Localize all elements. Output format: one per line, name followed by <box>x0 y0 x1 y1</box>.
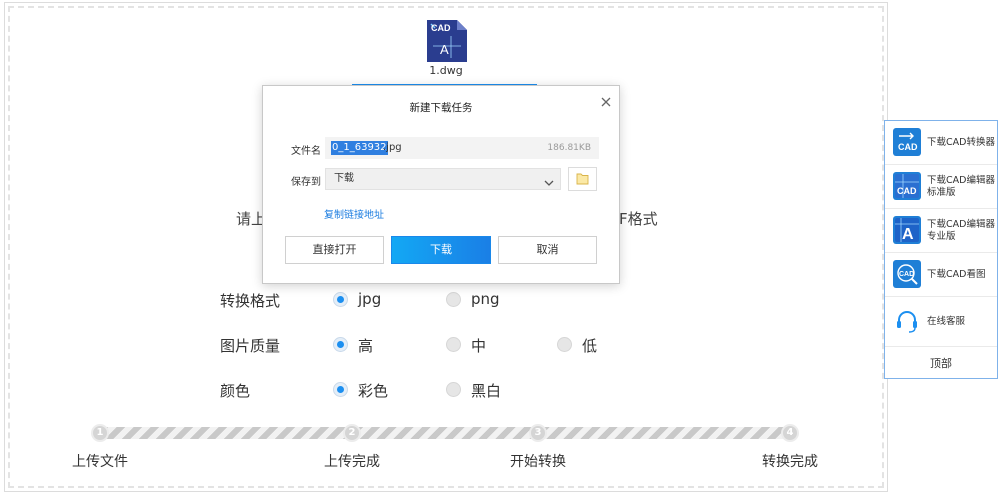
floating-sidebar: CAD 下载CAD转换器 CAD 下载CAD编辑器标准版 A 下载CAD编辑器专… <box>884 120 998 379</box>
cad-editor-standard-icon: CAD <box>893 172 921 200</box>
file-size: 186.81KB <box>547 143 591 153</box>
page: CAD A 1.dwg 请上 F格式 转换格式 jpg png 图片质量 高 中… <box>0 0 1000 496</box>
chevron-down-icon <box>543 174 555 186</box>
filename-extension: .jpg <box>383 142 402 153</box>
color-bw-radio[interactable] <box>446 382 461 397</box>
format-label: 转换格式 <box>220 292 281 310</box>
format-png-radio[interactable] <box>446 292 461 307</box>
step-4-label: 转换完成 <box>762 454 818 470</box>
filename-input[interactable]: 0_1_63932 .jpg 186.81KB <box>325 137 599 159</box>
color-bw-text: 黑白 <box>471 382 502 400</box>
file-name: 1.dwg <box>429 64 463 77</box>
color-color-radio[interactable] <box>333 382 348 397</box>
filename-label: 文件名 <box>291 146 321 157</box>
sidebar-item-cad-converter[interactable]: CAD 下载CAD转换器 <box>885 121 997 165</box>
cad-viewer-icon: CAD <box>893 260 921 288</box>
sidebar-item-label: 在线客服 <box>927 315 966 327</box>
step-2-dot: 2 <box>343 424 361 442</box>
upload-hint-right: F格式 <box>619 210 658 228</box>
sidebar-item-label: 下载CAD看图 <box>927 268 986 280</box>
quality-low-radio[interactable] <box>557 337 572 352</box>
format-jpg-radio[interactable] <box>333 292 348 307</box>
svg-text:CAD: CAD <box>897 186 917 196</box>
format-png-text: png <box>471 290 500 308</box>
svg-text:CAD: CAD <box>899 271 914 278</box>
cad-file-icon[interactable]: CAD A <box>423 18 469 64</box>
copy-link-button[interactable]: 复制链接地址 <box>324 206 384 221</box>
quality-low-text: 低 <box>582 337 598 355</box>
cad-converter-icon: CAD <box>893 128 921 156</box>
sidebar-item-online-service[interactable]: 在线客服 <box>885 297 997 347</box>
step-1-dot: 1 <box>91 424 109 442</box>
dialog-title: 新建下载任务 <box>409 102 473 114</box>
quality-medium-text: 中 <box>471 337 487 355</box>
browse-folder-button[interactable] <box>568 167 597 191</box>
file-icon-letter: A <box>440 42 449 57</box>
quality-high-text: 高 <box>358 337 374 355</box>
sidebar-item-label: 下载CAD转换器 <box>927 136 995 148</box>
save-location-value: 下载 <box>334 173 354 184</box>
file-icon-text: CAD <box>431 23 451 33</box>
sidebar-item-label: 下载CAD编辑器标准版 <box>927 174 995 198</box>
step-3-dot: 3 <box>529 424 547 442</box>
headset-icon <box>893 307 921 335</box>
progress-track <box>100 427 790 439</box>
sidebar-item-label: 下载CAD编辑器专业版 <box>927 218 995 242</box>
quality-high-radio[interactable] <box>333 337 348 352</box>
close-icon[interactable] <box>599 94 613 108</box>
format-jpg-text: jpg <box>358 290 382 308</box>
download-dialog: 新建下载任务 文件名 0_1_63932 .jpg 186.81KB 保存到 下… <box>262 85 620 284</box>
step-4-dot: 4 <box>781 424 799 442</box>
save-to-label: 保存到 <box>291 177 321 188</box>
sidebar-item-cad-editor-standard[interactable]: CAD 下载CAD编辑器标准版 <box>885 165 997 209</box>
quality-label: 图片质量 <box>220 337 281 355</box>
svg-text:CAD: CAD <box>898 142 918 152</box>
step-1-label: 上传文件 <box>72 454 128 470</box>
back-to-top-button[interactable]: 顶部 <box>885 349 997 378</box>
sidebar-item-cad-editor-pro[interactable]: A 下载CAD编辑器专业版 <box>885 209 997 253</box>
color-color-text: 彩色 <box>358 382 389 400</box>
cad-editor-pro-icon: A <box>893 216 921 244</box>
step-2-label: 上传完成 <box>324 454 380 470</box>
open-directly-button[interactable]: 直接打开 <box>285 236 384 264</box>
color-label: 颜色 <box>220 382 251 400</box>
svg-text:A: A <box>902 226 914 243</box>
save-location-select[interactable]: 下载 <box>325 168 561 190</box>
download-button[interactable]: 下载 <box>391 236 491 264</box>
sidebar-item-cad-viewer[interactable]: CAD 下载CAD看图 <box>885 253 997 297</box>
cancel-button[interactable]: 取消 <box>498 236 597 264</box>
filename-selected-text: 0_1_63932 <box>331 141 388 155</box>
step-3-label: 开始转换 <box>510 454 566 470</box>
folder-icon <box>576 173 589 185</box>
quality-medium-radio[interactable] <box>446 337 461 352</box>
